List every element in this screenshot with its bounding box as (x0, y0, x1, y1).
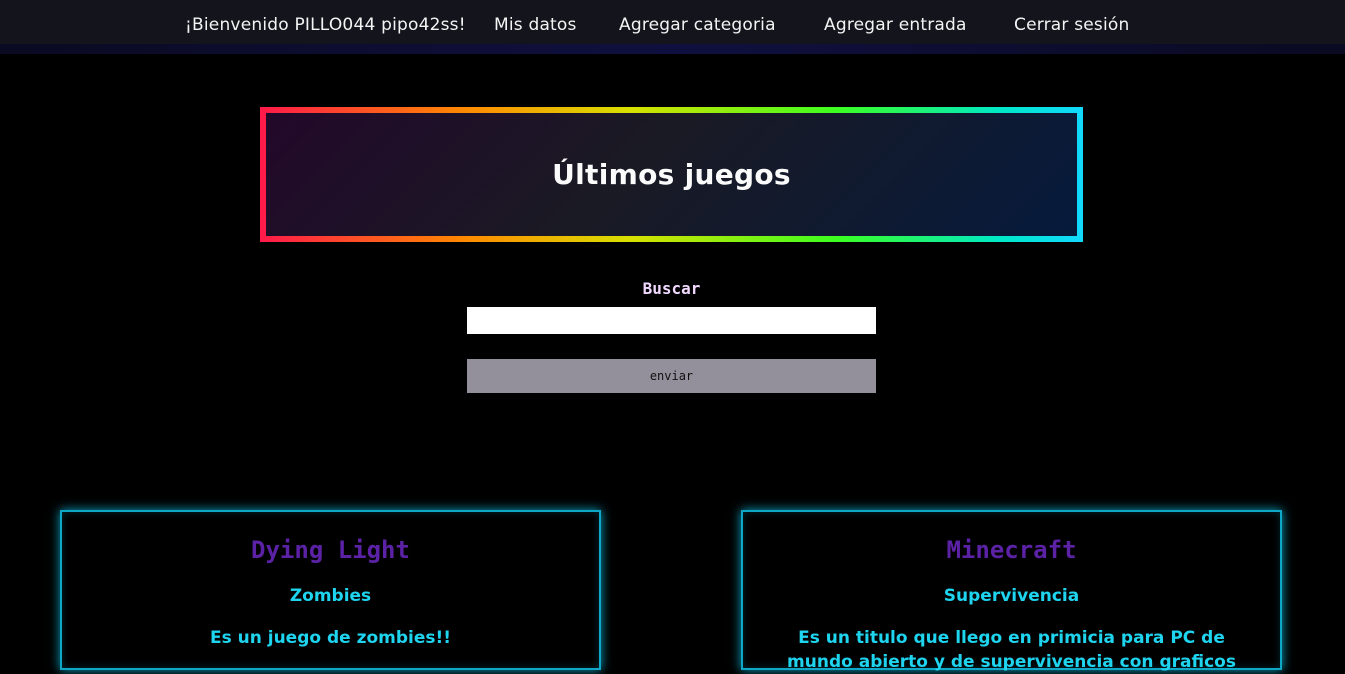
welcome-text: ¡Bienvenido PILLO044 pipo42ss! (185, 15, 466, 35)
hero-inner: Últimos juegos (266, 113, 1077, 236)
search-input[interactable] (467, 307, 876, 334)
hero-banner: Últimos juegos (260, 107, 1083, 242)
card-description: Es un titulo que llego en primicia para … (787, 628, 1236, 672)
search-label: Buscar (642, 279, 701, 298)
nav-link-agregar-categoria[interactable]: Agregar categoria (619, 13, 776, 37)
card-title: Minecraft (946, 536, 1077, 564)
nav-link-cerrar-sesion[interactable]: Cerrar sesión (1014, 13, 1130, 37)
top-nav-bar: ¡Bienvenido PILLO044 pipo42ss! Mis datos… (0, 0, 1345, 54)
main-nav: ¡Bienvenido PILLO044 pipo42ss! Mis datos… (0, 13, 1345, 39)
page-title: Últimos juegos (552, 158, 791, 191)
nav-link-mis-datos[interactable]: Mis datos (494, 13, 577, 37)
card-description: Es un juego de zombies!! (209, 628, 452, 648)
send-button[interactable]: enviar (467, 359, 876, 393)
card-category: Zombies (289, 586, 372, 606)
nav-link-agregar-entrada[interactable]: Agregar entrada (824, 13, 967, 37)
game-card[interactable]: Dying Light Zombies Es un juego de zombi… (60, 510, 601, 670)
card-title: Dying Light (251, 536, 410, 564)
game-card[interactable]: Minecraft Supervivencia Es un titulo que… (741, 510, 1282, 672)
card-category: Supervivencia (943, 586, 1080, 606)
